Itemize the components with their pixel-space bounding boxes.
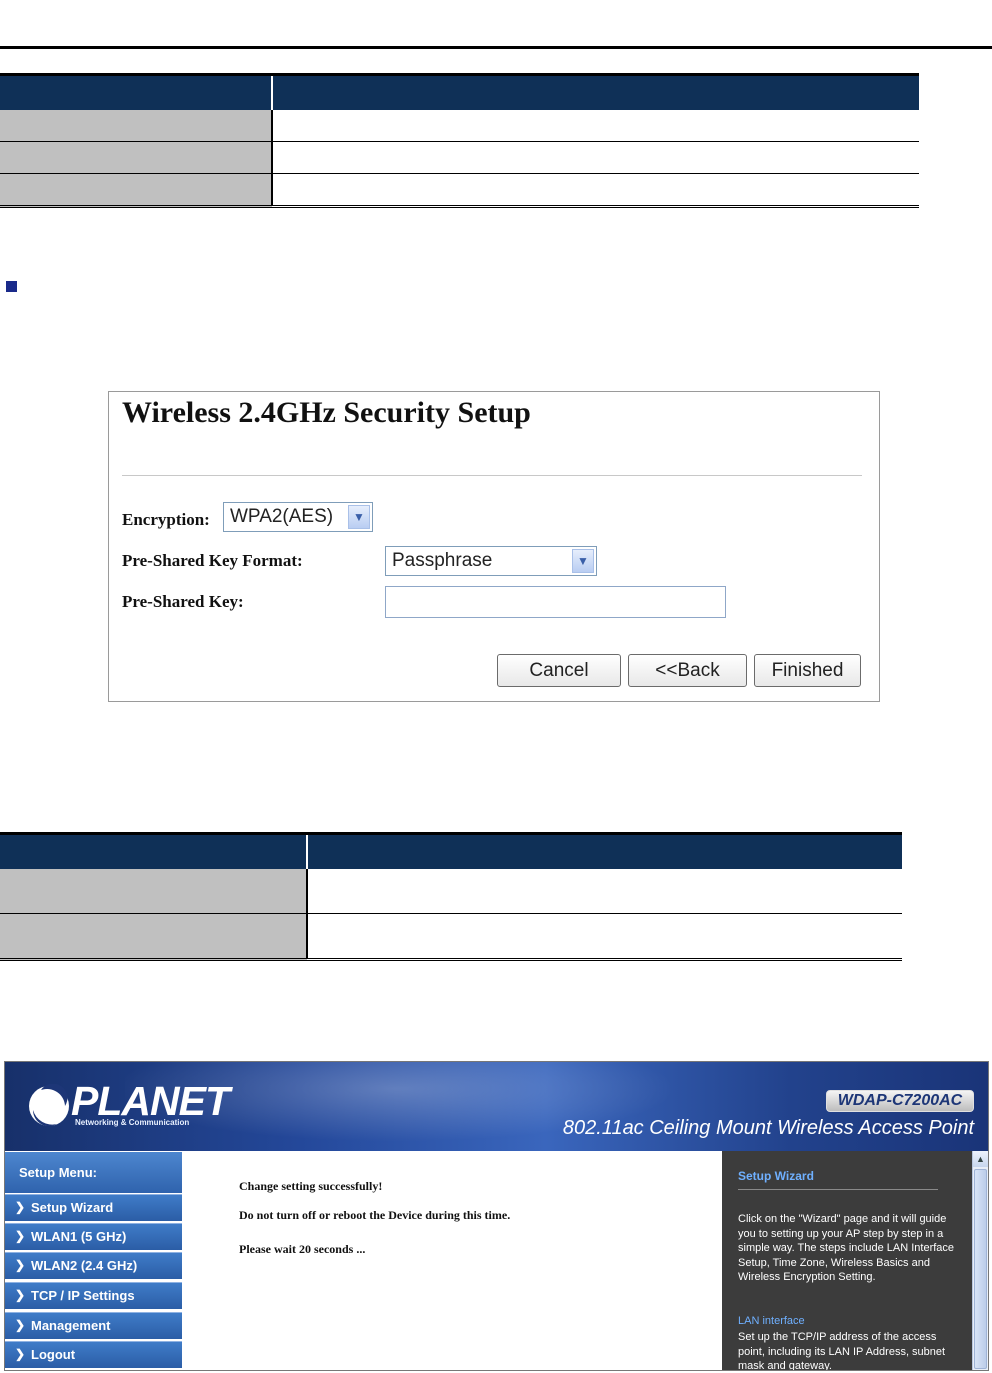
sidebar-item-setup-wizard[interactable]: ❯ Setup Wizard <box>5 1194 182 1221</box>
bullet-square-icon <box>6 281 17 292</box>
sidebar-item-logout[interactable]: ❯ Logout <box>5 1341 182 1368</box>
help-lan-text: Set up the TCP/IP address of the access … <box>738 1331 946 1371</box>
product-title: 802.11ac Ceiling Mount Wireless Access P… <box>562 1117 974 1139</box>
psk-format-label: Pre-Shared Key Format: <box>122 551 303 570</box>
chevron-right-icon: ❯ <box>15 1200 26 1214</box>
parameter-table-2 <box>0 832 902 961</box>
encryption-select[interactable]: WPA2(AES) ▼ <box>223 502 373 532</box>
menu-header: Setup Menu: <box>5 1152 182 1193</box>
setup-menu-sidebar: Setup Menu: ❯ Setup Wizard ❯ WLAN1 (5 GHz)… <box>5 1151 183 1370</box>
psk-format-select-value: Passphrase <box>392 550 493 571</box>
model-badge: WDAP-C7200AC <box>826 1090 974 1112</box>
success-message: Change setting successfully! <box>239 1179 383 1193</box>
help-wizard-text: Click on the "Wizard" page and it will g… <box>738 1213 955 1283</box>
psk-input[interactable] <box>385 586 726 618</box>
table-header-row <box>0 73 919 110</box>
finished-button[interactable]: Finished <box>754 654 861 687</box>
logo-tagline: Networking & Communication <box>75 1118 190 1127</box>
chevron-down-icon[interactable]: ▼ <box>572 549 594 573</box>
table-row <box>0 173 919 208</box>
back-button[interactable]: <<Back <box>628 654 747 687</box>
planet-globe-icon <box>29 1083 69 1127</box>
chevron-right-icon: ❯ <box>15 1288 26 1302</box>
setup-title: Wireless 2.4GHz Security Setup <box>122 396 531 429</box>
wait-message: Please wait 20 seconds ... <box>239 1242 366 1256</box>
security-setup-panel: Wireless 2.4GHz Security Setup Encryptio… <box>108 391 880 702</box>
chevron-right-icon: ❯ <box>15 1347 26 1361</box>
header-banner: PLANET Networking & Communication WDAP-C… <box>5 1062 988 1151</box>
sidebar-item-wlan1[interactable]: ❯ WLAN1 (5 GHz) <box>5 1223 182 1250</box>
chevron-right-icon: ❯ <box>15 1229 26 1243</box>
table-row <box>0 110 919 142</box>
encryption-select-value: WPA2(AES) <box>230 506 334 527</box>
scroll-up-arrow-icon[interactable]: ▲ <box>973 1151 988 1167</box>
setup-divider <box>122 475 862 476</box>
help-title: Setup Wizard <box>738 1169 814 1183</box>
psk-format-select[interactable]: Passphrase ▼ <box>385 546 597 576</box>
help-scrollbar[interactable]: ▲ <box>972 1151 988 1370</box>
page-header-rule <box>0 46 992 49</box>
table-header-row <box>0 832 902 869</box>
psk-label: Pre-Shared Key: <box>122 592 244 611</box>
sidebar-item-management[interactable]: ❯ Management <box>5 1312 182 1339</box>
table-row <box>0 913 902 961</box>
table-row <box>0 141 919 174</box>
warning-message: Do not turn off or reboot the Device dur… <box>239 1208 511 1222</box>
ap-web-interface: PLANET Networking & Communication WDAP-C… <box>4 1061 989 1371</box>
sidebar-item-wlan2[interactable]: ❯ WLAN2 (2.4 GHz) <box>5 1252 182 1279</box>
sidebar-item-tcp-ip[interactable]: ❯ TCP / IP Settings <box>5 1282 182 1309</box>
chevron-right-icon: ❯ <box>15 1318 26 1332</box>
help-divider <box>738 1189 938 1190</box>
chevron-right-icon: ❯ <box>15 1258 26 1272</box>
encryption-label: Encryption: <box>122 510 210 529</box>
scroll-thumb[interactable] <box>974 1169 987 1369</box>
parameter-table-1 <box>0 73 919 208</box>
planet-logo: PLANET Networking & Communication <box>27 1078 230 1134</box>
chevron-down-icon[interactable]: ▼ <box>348 505 370 529</box>
table-row <box>0 869 902 914</box>
cancel-button[interactable]: Cancel <box>497 654 621 687</box>
help-panel: Setup Wizard Click on the "Wizard" page … <box>722 1151 972 1371</box>
help-lan-title[interactable]: LAN interface <box>738 1315 805 1327</box>
